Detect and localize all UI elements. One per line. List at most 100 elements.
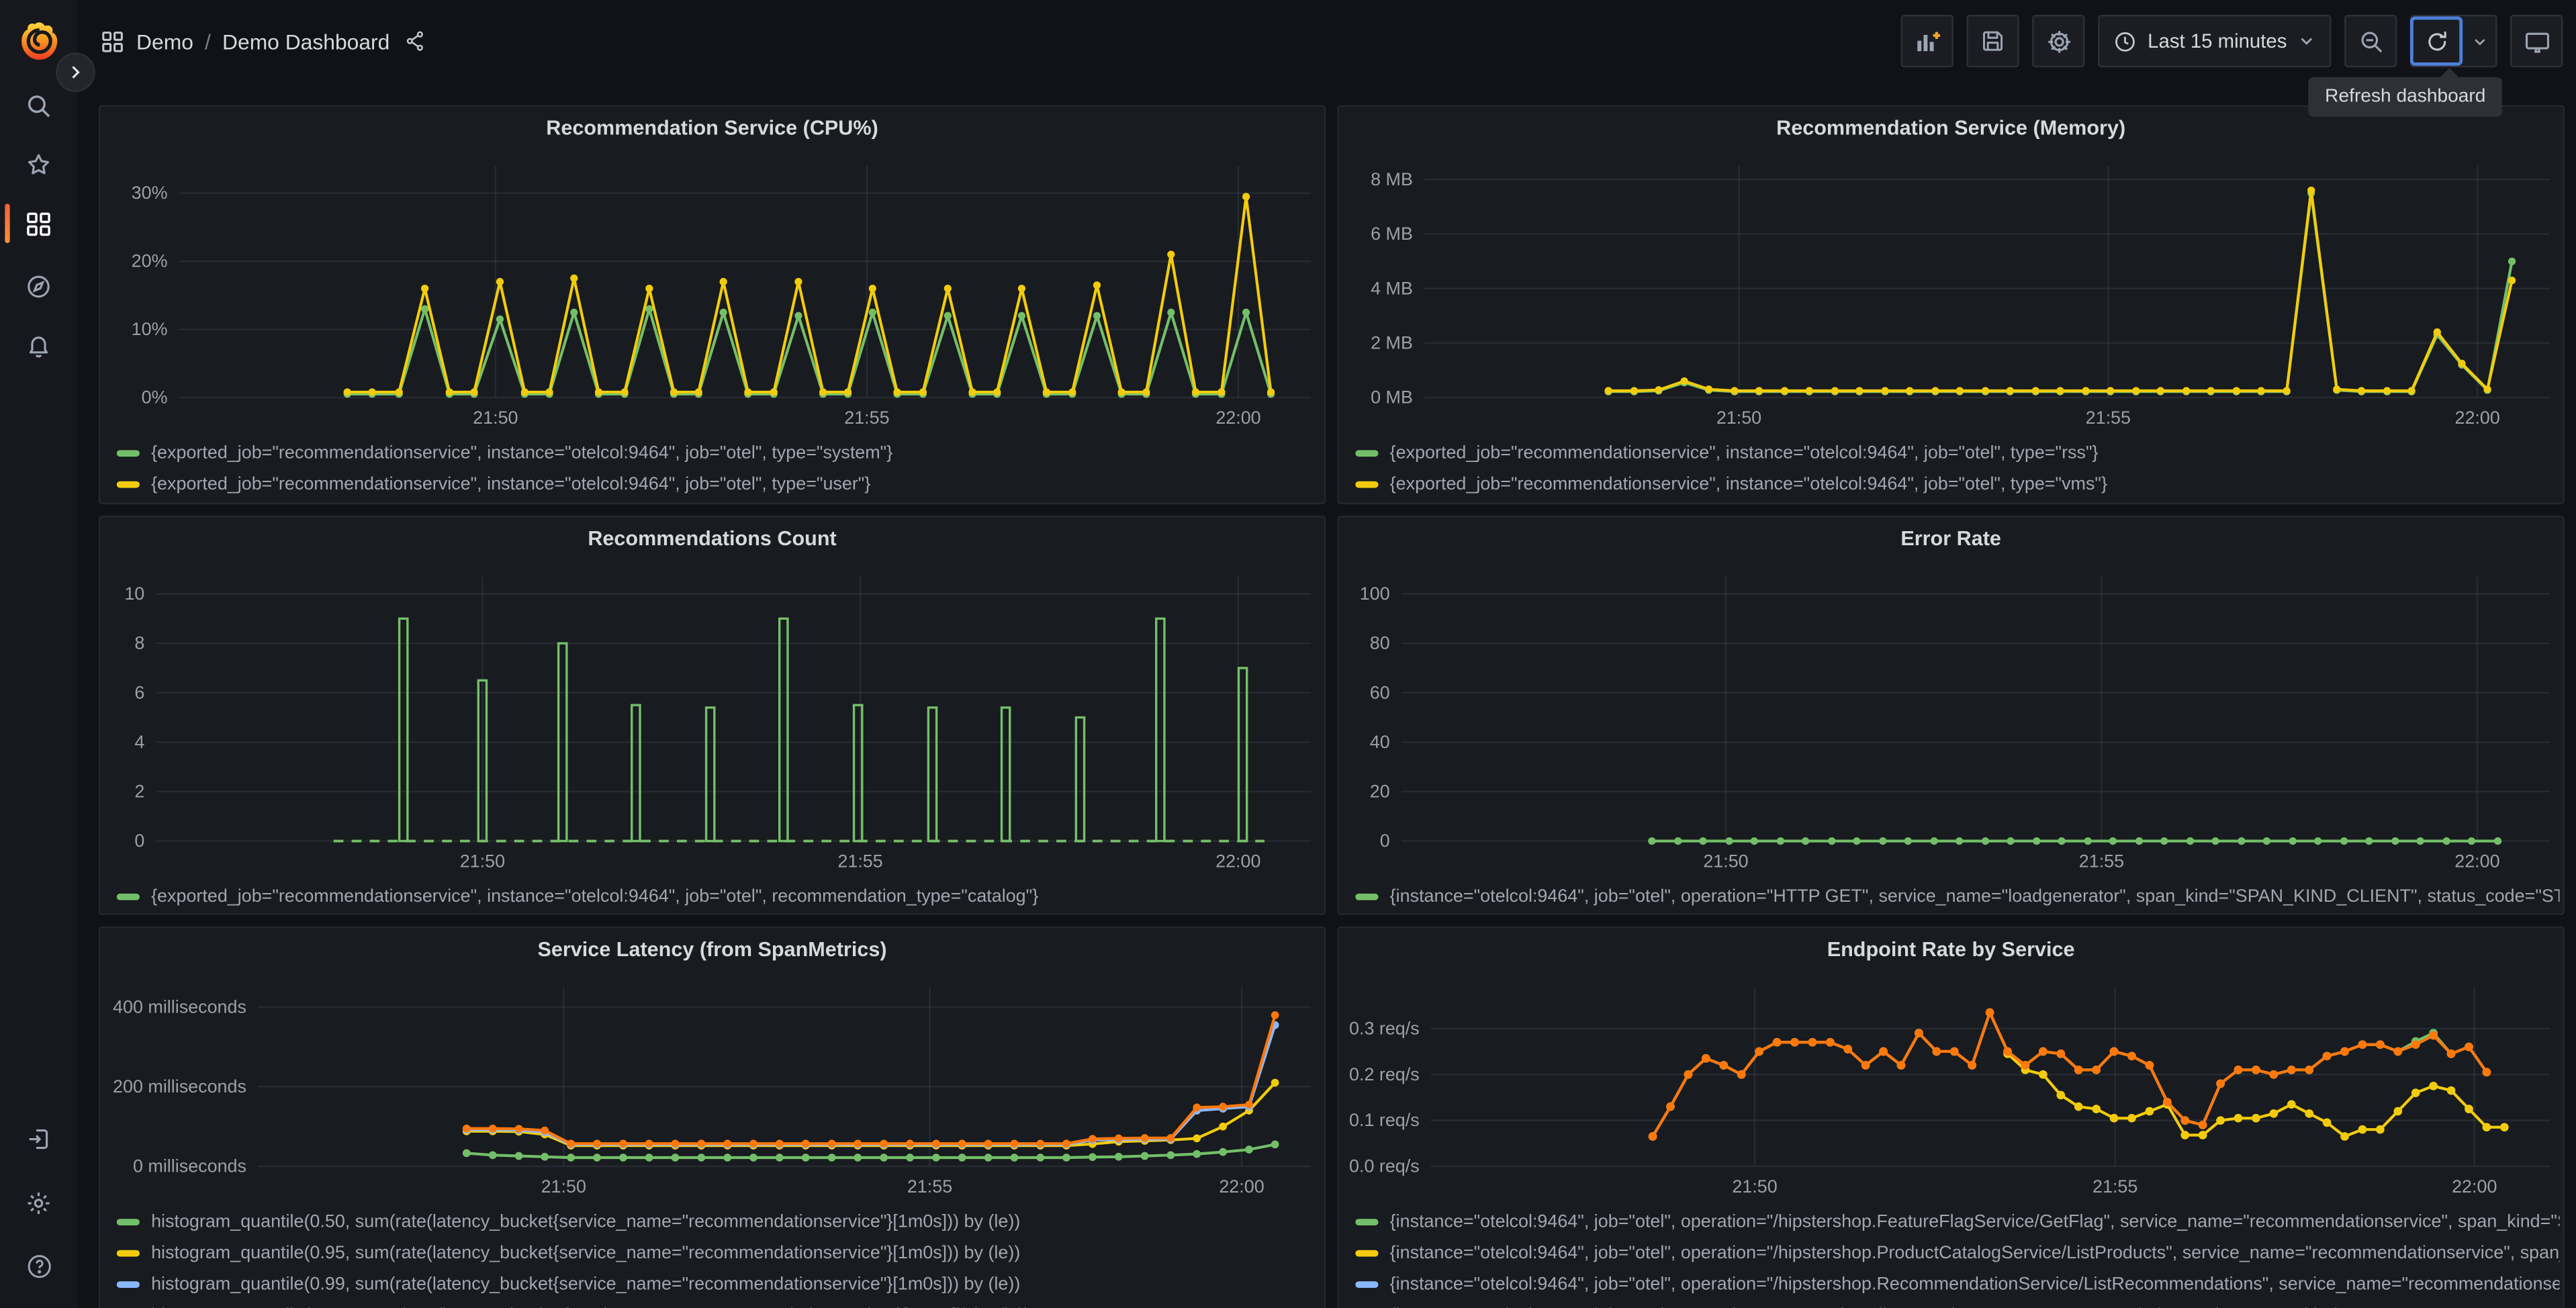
- legend-item[interactable]: {exported_job="recommendationservice", i…: [116, 880, 1321, 911]
- legend-label: {exported_job="recommendationservice", i…: [151, 442, 893, 463]
- legend-swatch-icon: [116, 449, 140, 456]
- refresh-interval-dropdown[interactable]: [2463, 16, 2495, 65]
- y-axis-tick: 8: [134, 633, 144, 653]
- sidebar-item-starred[interactable]: [0, 138, 77, 191]
- time-range-picker[interactable]: Last 15 minutes: [2098, 15, 2332, 68]
- legend-swatch-icon: [1355, 449, 1379, 456]
- panel-title[interactable]: Endpoint Rate by Service: [1339, 928, 2563, 971]
- y-axis-tick: 0.0 req/s: [1349, 1156, 1420, 1176]
- sidebar-expand-button[interactable]: [56, 52, 95, 93]
- legend-item[interactable]: {instance="otelcol:9464", job="otel", op…: [1355, 1299, 2560, 1308]
- tv-monitor-icon: [2524, 32, 2548, 52]
- apps-icon: [102, 30, 123, 52]
- clock-icon: [2115, 31, 2135, 51]
- y-axis-tick: 0%: [142, 387, 168, 408]
- legend-item[interactable]: {instance="otelcol:9464", job="otel", op…: [1355, 1206, 2560, 1237]
- x-axis-tick: 21:55: [2092, 1176, 2137, 1197]
- y-axis-tick: 8 MB: [1371, 169, 1413, 189]
- legend-item[interactable]: histogram_quantile(0.999, sum(rate(laten…: [117, 1299, 1321, 1308]
- legend-label: {exported_job="recommendationservice", i…: [151, 473, 871, 494]
- y-axis-tick: 4: [134, 732, 144, 752]
- legend-item[interactable]: histogram_quantile(0.95, sum(rate(latenc…: [116, 1237, 1321, 1268]
- legend-label: {instance="otelcol:9464", job="otel", op…: [1390, 1305, 2560, 1308]
- legend-item[interactable]: {exported_job="recommendationservice", i…: [1355, 437, 2559, 468]
- sidebar-item-server-admin[interactable]: [0, 1176, 77, 1229]
- legend-item[interactable]: {instance="otelcol:9464", job="otel", op…: [1355, 1237, 2560, 1268]
- breadcrumb-folder[interactable]: Demo: [136, 29, 193, 54]
- zoom-out-time-button[interactable]: [2344, 15, 2397, 68]
- legend-swatch-icon: [116, 892, 140, 900]
- compass-icon: [28, 275, 50, 297]
- dashboard-settings-button[interactable]: [2032, 15, 2086, 68]
- time-range-label: Last 15 minutes: [2148, 30, 2287, 53]
- panel-title[interactable]: Service Latency (from SpanMetrics): [100, 928, 1324, 971]
- sidebar-item-alerting[interactable]: [0, 319, 77, 371]
- refresh-icon: [2428, 30, 2446, 50]
- breadcrumb: Demo / Demo Dashboard: [100, 29, 427, 54]
- search-icon: [28, 94, 50, 117]
- refresh-group: [2409, 15, 2497, 68]
- cycle-view-mode-button[interactable]: [2510, 15, 2563, 68]
- breadcrumb-dashboard-title[interactable]: Demo Dashboard: [222, 29, 389, 54]
- legend-item[interactable]: {instance="otelcol:9464", job="otel", op…: [1355, 880, 2560, 911]
- y-axis-tick: 200 milliseconds: [113, 1076, 246, 1096]
- y-axis-tick: 0 milliseconds: [133, 1156, 246, 1176]
- x-axis-tick: 21:50: [541, 1176, 586, 1197]
- y-axis-tick: 20%: [132, 251, 168, 271]
- legend-item[interactable]: histogram_quantile(0.50, sum(rate(latenc…: [116, 1206, 1321, 1237]
- y-axis-tick: 0: [134, 831, 144, 851]
- chart-canvas[interactable]: 0.3 req/s 0.2 req/s 0.1 req/s 0.0 req/s 21:5…: [1346, 974, 2557, 1203]
- y-axis-tick: 4 MB: [1371, 278, 1413, 298]
- share-icon[interactable]: [404, 30, 427, 52]
- chart-canvas[interactable]: 30% 20% 10% 0% 21:50 21:55 22:00: [107, 153, 1318, 434]
- legend-swatch-icon: [1355, 892, 1379, 900]
- sidebar-item-sign-in[interactable]: [0, 1112, 77, 1164]
- sidebar-item-help[interactable]: [0, 1240, 77, 1293]
- y-axis-tick: 400 milliseconds: [113, 996, 246, 1017]
- legend-item[interactable]: {exported_job="recommendationservice", i…: [1355, 468, 2559, 499]
- panel-title[interactable]: Error Rate: [1339, 518, 2563, 561]
- save-icon: [1983, 31, 2003, 51]
- top-bar: Demo / Demo Dashboard Last 15 minutes: [77, 0, 2576, 83]
- panel-title[interactable]: Recommendation Service (CPU%): [100, 107, 1324, 150]
- y-axis-tick: 30%: [132, 183, 168, 203]
- y-axis-tick: 0 MB: [1371, 387, 1413, 408]
- add-panel-button[interactable]: [1901, 15, 1954, 68]
- x-axis-tick: 21:55: [907, 1176, 952, 1197]
- active-indicator: [5, 203, 10, 244]
- gear-icon: [28, 1191, 50, 1213]
- chart-canvas[interactable]: 10 8 6 4 2 0 21:50 21:55 22:00: [107, 563, 1318, 877]
- x-axis-tick: 21:50: [1716, 408, 1761, 428]
- save-dashboard-button[interactable]: [1967, 15, 2020, 68]
- legend-item[interactable]: histogram_quantile(0.99, sum(rate(latenc…: [116, 1268, 1321, 1299]
- legend-swatch-icon: [116, 1218, 140, 1225]
- x-axis-tick: 21:50: [1732, 1176, 1777, 1197]
- legend-item[interactable]: {exported_job="recommendationservice", i…: [116, 437, 1321, 468]
- y-axis-tick: 0: [1380, 831, 1390, 851]
- legend-label: {instance="otelcol:9464", job="otel", op…: [1389, 1211, 2560, 1231]
- sidebar-item-explore[interactable]: [0, 260, 77, 312]
- tooltip-text: Refresh dashboard: [2325, 87, 2486, 107]
- legend-label: {exported_job="recommendationservice", i…: [1389, 473, 2107, 494]
- panel-legend: histogram_quantile(0.50, sum(rate(latenc…: [116, 1206, 1321, 1308]
- grafana-logo-icon: [20, 22, 56, 60]
- chart-canvas[interactable]: 8 MB 6 MB 4 MB 2 MB 0 MB 21:50 21:55 22:00: [1346, 153, 2557, 434]
- y-axis-tick: 20: [1370, 782, 1390, 802]
- chart-canvas[interactable]: 400 milliseconds 200 milliseconds 0 millis…: [107, 974, 1318, 1203]
- chart-canvas[interactable]: 100 80 60 40 20 0 21:50 21:55 22:00: [1346, 563, 2557, 877]
- legend-label: histogram_quantile(0.95, sum(rate(latenc…: [151, 1242, 1021, 1263]
- legend-item[interactable]: {instance="otelcol:9464", job="otel", op…: [1355, 1268, 2560, 1299]
- star-icon: [28, 153, 50, 174]
- help-icon: [27, 1255, 50, 1278]
- panel-service-latency: Service Latency (from SpanMetrics) 400 m…: [98, 926, 1326, 1308]
- panel-recommendation-service-memory: Recommendation Service (Memory) 8 MB 6 MB…: [1337, 105, 2565, 505]
- y-axis-tick: 0.1 req/s: [1349, 1110, 1420, 1130]
- panel-title[interactable]: Recommendations Count: [100, 518, 1324, 561]
- y-axis-tick: 0.2 req/s: [1349, 1064, 1420, 1084]
- sidebar-item-dashboards[interactable]: [0, 197, 77, 250]
- sign-in-icon: [29, 1128, 48, 1148]
- y-axis-tick: 10%: [132, 319, 168, 339]
- refresh-dashboard-button[interactable]: [2409, 16, 2463, 66]
- dashboard-toolbar: Last 15 minutes: [1901, 15, 2563, 68]
- legend-item[interactable]: {exported_job="recommendationservice", i…: [116, 468, 1321, 499]
